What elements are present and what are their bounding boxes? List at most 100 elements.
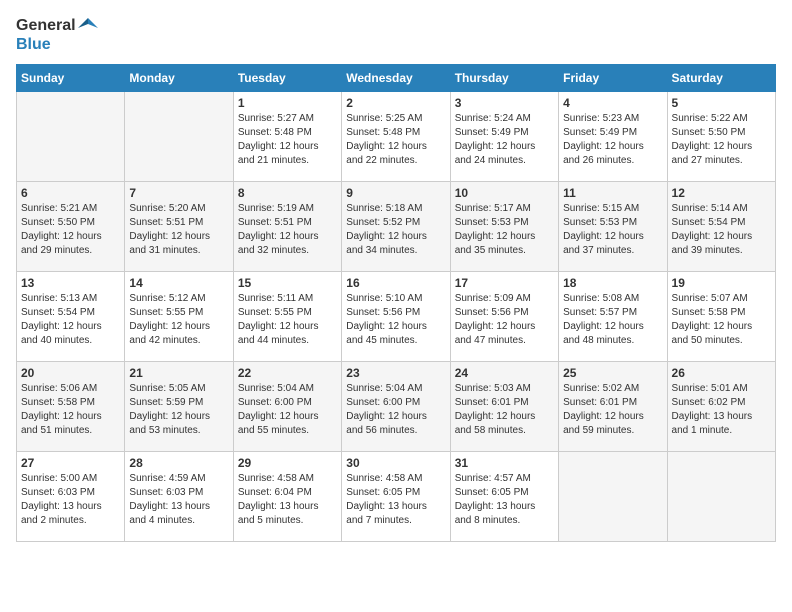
day-cell: 23 Sunrise: 5:04 AM Sunset: 6:00 PM Dayli… [342, 362, 450, 452]
day-info: Sunrise: 5:04 AM Sunset: 6:00 PM Dayligh… [346, 382, 445, 438]
day-number: 12 [672, 186, 771, 200]
day-number: 11 [563, 186, 662, 200]
day-info: Sunrise: 5:04 AM Sunset: 6:00 PM Dayligh… [238, 382, 337, 438]
day-number: 26 [672, 366, 771, 380]
day-info: Sunrise: 5:05 AM Sunset: 5:59 PM Dayligh… [129, 382, 228, 438]
week-row: 13Sunrise: 5:13 AM Sunset: 5:54 PM Dayli… [17, 272, 776, 362]
day-info: Sunrise: 5:09 AM Sunset: 5:56 PM Dayligh… [455, 292, 554, 348]
header-row: SundayMondayTuesdayWednesdayThursdayFrid… [17, 65, 776, 92]
day-number: 3 [455, 96, 554, 110]
day-number: 16 [346, 276, 445, 290]
day-cell: 14 Sunrise: 5:12 AM Sunset: 5:55 PM Dayli… [125, 272, 233, 362]
day-info: Sunrise: 5:14 AM Sunset: 5:54 PM Dayligh… [672, 202, 771, 258]
day-cell: 4Sunrise: 5:23 AM Sunset: 5:49 PM Daylig… [559, 92, 667, 182]
day-number: 9 [346, 186, 445, 200]
day-cell: 5Sunrise: 5:22 AM Sunset: 5:50 PM Daylig… [667, 92, 775, 182]
day-info: Sunrise: 4:58 AM Sunset: 6:04 PM Dayligh… [238, 472, 337, 528]
day-info: Sunrise: 5:11 AM Sunset: 5:55 PM Dayligh… [238, 292, 337, 348]
day-cell: 24Sunrise: 5:03 AM Sunset: 6:01 PM Dayli… [450, 362, 558, 452]
day-number: 24 [455, 366, 554, 380]
day-cell: 27 Sunrise: 5:00 AM Sunset: 6:03 PM Dayli… [17, 452, 125, 542]
day-info: Sunrise: 5:27 AM Sunset: 5:48 PM Dayligh… [238, 112, 337, 168]
day-number: 25 [563, 366, 662, 380]
day-info: Sunrise: 5:02 AM Sunset: 6:01 PM Dayligh… [563, 382, 662, 438]
day-info: Sunrise: 5:08 AM Sunset: 5:57 PM Dayligh… [563, 292, 662, 348]
day-info: Sunrise: 5:19 AM Sunset: 5:51 PM Dayligh… [238, 202, 337, 258]
day-cell: 1Sunrise: 5:27 AM Sunset: 5:48 PM Daylig… [233, 92, 341, 182]
day-cell: 26Sunrise: 5:01 AM Sunset: 6:02 PM Dayli… [667, 362, 775, 452]
day-cell [125, 92, 233, 182]
day-cell: 19 Sunrise: 5:07 AM Sunset: 5:58 PM Dayli… [667, 272, 775, 362]
header-day: Tuesday [233, 65, 341, 92]
day-info: Sunrise: 5:21 AM Sunset: 5:50 PM Dayligh… [21, 202, 120, 258]
logo-general-text: General [16, 17, 76, 35]
day-cell: 13Sunrise: 5:13 AM Sunset: 5:54 PM Dayli… [17, 272, 125, 362]
day-info: Sunrise: 5:12 AM Sunset: 5:55 PM Dayligh… [129, 292, 228, 348]
day-info: Sunrise: 5:06 AM Sunset: 5:58 PM Dayligh… [21, 382, 120, 438]
day-cell: 7 Sunrise: 5:20 AM Sunset: 5:51 PM Daylig… [125, 182, 233, 272]
day-info: Sunrise: 4:57 AM Sunset: 6:05 PM Dayligh… [455, 472, 554, 528]
week-row: 20 Sunrise: 5:06 AM Sunset: 5:58 PM Dayli… [17, 362, 776, 452]
page-header: General Blue [16, 16, 776, 54]
day-info: Sunrise: 5:07 AM Sunset: 5:58 PM Dayligh… [672, 292, 771, 348]
day-info: Sunrise: 5:20 AM Sunset: 5:51 PM Dayligh… [129, 202, 228, 258]
day-number: 15 [238, 276, 337, 290]
day-cell: 20 Sunrise: 5:06 AM Sunset: 5:58 PM Dayli… [17, 362, 125, 452]
day-info: Sunrise: 5:15 AM Sunset: 5:53 PM Dayligh… [563, 202, 662, 258]
day-number: 29 [238, 456, 337, 470]
day-cell: 11 Sunrise: 5:15 AM Sunset: 5:53 PM Dayli… [559, 182, 667, 272]
day-cell [667, 452, 775, 542]
day-number: 23 [346, 366, 445, 380]
day-info: Sunrise: 5:13 AM Sunset: 5:54 PM Dayligh… [21, 292, 120, 348]
day-cell: 21Sunrise: 5:05 AM Sunset: 5:59 PM Dayli… [125, 362, 233, 452]
day-info: Sunrise: 5:25 AM Sunset: 5:48 PM Dayligh… [346, 112, 445, 168]
header-day: Sunday [17, 65, 125, 92]
day-cell: 16Sunrise: 5:10 AM Sunset: 5:56 PM Dayli… [342, 272, 450, 362]
logo: General Blue [16, 16, 98, 54]
day-number: 20 [21, 366, 120, 380]
day-cell: 28 Sunrise: 4:59 AM Sunset: 6:03 PM Dayli… [125, 452, 233, 542]
day-cell: 31 Sunrise: 4:57 AM Sunset: 6:05 PM Dayli… [450, 452, 558, 542]
day-number: 17 [455, 276, 554, 290]
calendar-table: SundayMondayTuesdayWednesdayThursdayFrid… [16, 64, 776, 542]
day-cell: 12 Sunrise: 5:14 AM Sunset: 5:54 PM Dayli… [667, 182, 775, 272]
logo-blue-text: Blue [16, 36, 51, 54]
day-cell: 15 Sunrise: 5:11 AM Sunset: 5:55 PM Dayli… [233, 272, 341, 362]
day-number: 27 [21, 456, 120, 470]
day-number: 19 [672, 276, 771, 290]
day-cell [17, 92, 125, 182]
day-cell: 29 Sunrise: 4:58 AM Sunset: 6:04 PM Dayli… [233, 452, 341, 542]
day-info: Sunrise: 5:00 AM Sunset: 6:03 PM Dayligh… [21, 472, 120, 528]
day-cell: 8Sunrise: 5:19 AM Sunset: 5:51 PM Daylig… [233, 182, 341, 272]
day-number: 2 [346, 96, 445, 110]
day-number: 4 [563, 96, 662, 110]
day-info: Sunrise: 5:24 AM Sunset: 5:49 PM Dayligh… [455, 112, 554, 168]
day-info: Sunrise: 5:17 AM Sunset: 5:53 PM Dayligh… [455, 202, 554, 258]
day-number: 6 [21, 186, 120, 200]
day-cell: 9 Sunrise: 5:18 AM Sunset: 5:52 PM Daylig… [342, 182, 450, 272]
week-row: 1Sunrise: 5:27 AM Sunset: 5:48 PM Daylig… [17, 92, 776, 182]
header-day: Friday [559, 65, 667, 92]
day-cell: 30Sunrise: 4:58 AM Sunset: 6:05 PM Dayli… [342, 452, 450, 542]
day-number: 7 [129, 186, 228, 200]
day-number: 28 [129, 456, 228, 470]
day-cell: 22Sunrise: 5:04 AM Sunset: 6:00 PM Dayli… [233, 362, 341, 452]
day-info: Sunrise: 4:59 AM Sunset: 6:03 PM Dayligh… [129, 472, 228, 528]
day-cell: 18 Sunrise: 5:08 AM Sunset: 5:57 PM Dayli… [559, 272, 667, 362]
day-cell: 6 Sunrise: 5:21 AM Sunset: 5:50 PM Daylig… [17, 182, 125, 272]
day-number: 18 [563, 276, 662, 290]
day-info: Sunrise: 5:18 AM Sunset: 5:52 PM Dayligh… [346, 202, 445, 258]
day-cell: 17 Sunrise: 5:09 AM Sunset: 5:56 PM Dayli… [450, 272, 558, 362]
header-day: Thursday [450, 65, 558, 92]
day-cell: 25 Sunrise: 5:02 AM Sunset: 6:01 PM Dayli… [559, 362, 667, 452]
day-number: 31 [455, 456, 554, 470]
day-cell: 3 Sunrise: 5:24 AM Sunset: 5:49 PM Daylig… [450, 92, 558, 182]
day-number: 5 [672, 96, 771, 110]
day-cell: 2 Sunrise: 5:25 AM Sunset: 5:48 PM Daylig… [342, 92, 450, 182]
header-day: Monday [125, 65, 233, 92]
day-number: 30 [346, 456, 445, 470]
week-row: 6 Sunrise: 5:21 AM Sunset: 5:50 PM Daylig… [17, 182, 776, 272]
week-row: 27 Sunrise: 5:00 AM Sunset: 6:03 PM Dayli… [17, 452, 776, 542]
logo-bird-icon [78, 16, 98, 36]
day-number: 14 [129, 276, 228, 290]
